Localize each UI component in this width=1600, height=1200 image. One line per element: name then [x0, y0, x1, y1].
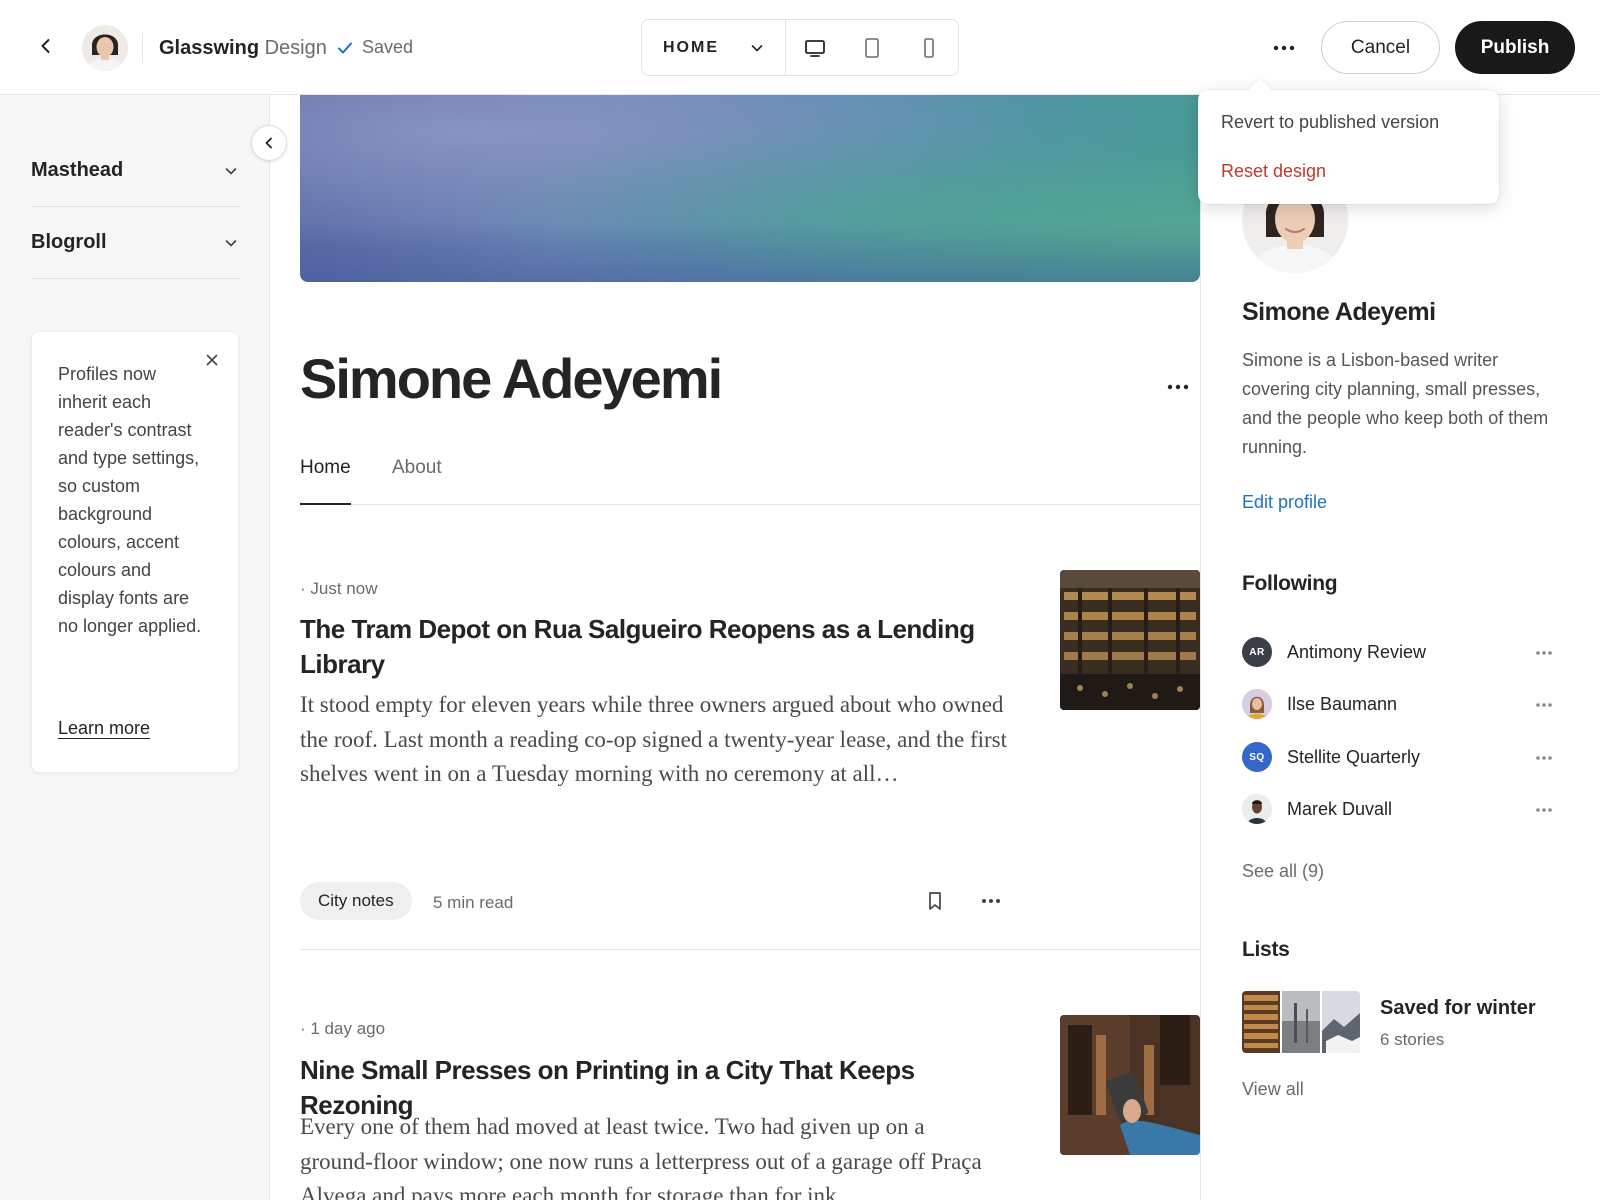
- post-excerpt: It stood empty for eleven years while th…: [300, 692, 1008, 786]
- more-horizontal-icon: [1536, 756, 1552, 760]
- tag-chip[interactable]: City notes: [300, 882, 412, 920]
- post-timestamp: · 1 day ago: [300, 1019, 386, 1038]
- back-button[interactable]: [30, 30, 62, 62]
- profile-more-button[interactable]: [1164, 373, 1192, 401]
- close-notice-button[interactable]: [202, 350, 222, 370]
- top-bar: Glasswing Design Saved HOME Cancel Publi…: [0, 0, 1600, 95]
- profile-sidebar: Simone Adeyemi Simone is a Lisbon-based …: [1200, 95, 1600, 1200]
- post-footer: City notes 5 min read: [300, 882, 1010, 920]
- lists-heading: Lists: [1242, 938, 1290, 961]
- list-title[interactable]: Saved for winter: [1380, 997, 1536, 1020]
- following-name[interactable]: Ilse Baumann: [1287, 694, 1397, 715]
- chevron-left-icon: [41, 39, 50, 53]
- collapse-panel-button[interactable]: [251, 125, 287, 161]
- following-more-button[interactable]: [1532, 693, 1556, 717]
- profile-bio: Simone is a Lisbon-based writer covering…: [1242, 350, 1549, 457]
- publication-avatar: SQ: [1242, 742, 1272, 772]
- tablet-view-button[interactable]: [843, 20, 900, 75]
- more-horizontal-icon: [1536, 651, 1552, 655]
- cancel-button[interactable]: Cancel: [1321, 21, 1440, 74]
- check-icon: [338, 42, 352, 53]
- more-horizontal-icon: [1536, 703, 1552, 707]
- section-blogroll[interactable]: Blogroll: [31, 207, 239, 279]
- read-time: 5 min read: [433, 893, 514, 912]
- view-all-lists-link[interactable]: View all: [1242, 1079, 1304, 1100]
- see-all-following-link[interactable]: See all (9): [1242, 861, 1324, 882]
- section-label: Masthead: [31, 159, 124, 181]
- following-item: Ilse Baumann: [1242, 689, 1562, 721]
- mobile-view-button[interactable]: [900, 20, 957, 75]
- tablet-icon: [864, 37, 879, 58]
- notice-card: Profiles now inherit each reader's contr…: [31, 331, 239, 773]
- following-heading: Following: [1242, 572, 1338, 595]
- save-status: Saved: [336, 37, 413, 58]
- learn-more-link[interactable]: Learn more: [58, 718, 150, 739]
- mobile-icon: [923, 37, 934, 58]
- publish-button[interactable]: Publish: [1455, 21, 1575, 74]
- following-more-button[interactable]: [1532, 641, 1556, 665]
- sidebar-profile-name: Simone Adeyemi: [1242, 298, 1436, 326]
- user-avatar: [1242, 794, 1272, 824]
- post-timestamp: · Just now: [300, 579, 378, 598]
- page-select-value: HOME: [663, 38, 719, 56]
- list-thumbnail[interactable]: [1242, 991, 1360, 1053]
- following-item: SQ Stellite Quarterly: [1242, 742, 1562, 774]
- chevron-down-icon: [751, 45, 763, 52]
- more-horizontal-icon: [1536, 808, 1552, 812]
- section-label: Blogroll: [31, 231, 107, 253]
- left-settings-panel: Masthead Blogroll Profiles now inherit e…: [0, 95, 270, 1200]
- following-item: Marek Duvall: [1242, 794, 1562, 826]
- post-excerpt: Every one of them had moved at least twi…: [300, 1114, 982, 1200]
- user-avatar: [1242, 689, 1272, 719]
- page-select[interactable]: HOME: [642, 20, 786, 75]
- post-divider: [300, 949, 1200, 950]
- following-more-button[interactable]: [1532, 746, 1556, 770]
- profile-preview: Simone Adeyemi Home About · Just now The…: [271, 95, 1200, 1200]
- publication-avatar: AR: [1242, 637, 1272, 667]
- profile-banner-image: [300, 95, 1200, 282]
- tab-home[interactable]: Home: [300, 457, 351, 505]
- more-options-button[interactable]: [1268, 32, 1300, 64]
- desktop-view-button[interactable]: [786, 20, 843, 75]
- following-name[interactable]: Stellite Quarterly: [1287, 747, 1420, 768]
- following-name[interactable]: Antimony Review: [1287, 642, 1426, 663]
- profile-name: Simone Adeyemi: [300, 347, 723, 410]
- desktop-icon: [804, 39, 825, 57]
- following-name[interactable]: Marek Duvall: [1287, 799, 1392, 820]
- post-thumbnail[interactable]: [1060, 570, 1200, 710]
- user-avatar[interactable]: [82, 25, 128, 71]
- following-more-button[interactable]: [1532, 798, 1556, 822]
- brand-subtitle: Design: [264, 37, 327, 59]
- reset-design-menu-item[interactable]: Reset design: [1221, 161, 1326, 182]
- more-horizontal-icon: [1273, 45, 1295, 51]
- brand-title: Glasswing Design: [159, 36, 327, 60]
- divider: [142, 33, 143, 63]
- more-horizontal-icon: [982, 899, 1000, 903]
- list-story-count: 6 stories: [1380, 1030, 1445, 1049]
- post-card: · Just now The Tram Depot on Rua Salguei…: [300, 570, 1200, 920]
- following-item: AR Antimony Review: [1242, 637, 1562, 669]
- more-horizontal-icon: [1167, 384, 1189, 390]
- save-status-label: Saved: [362, 37, 414, 57]
- revert-to-published-menu-item[interactable]: Revert to published version: [1221, 112, 1439, 133]
- brand-name: Glasswing: [159, 37, 260, 59]
- more-options-menu: Revert to published version Reset design: [1198, 90, 1499, 204]
- notice-text: Profiles now inherit each reader's contr…: [58, 364, 202, 636]
- bookmark-icon: [929, 892, 941, 910]
- section-masthead[interactable]: Masthead: [31, 135, 239, 207]
- chevron-down-icon: [225, 239, 237, 246]
- chevron-down-icon: [225, 167, 237, 174]
- post-thumbnail[interactable]: [1060, 1015, 1200, 1155]
- close-icon: [206, 354, 218, 366]
- view-switcher: HOME: [641, 19, 959, 76]
- tab-about[interactable]: About: [392, 457, 442, 505]
- bookmark-button[interactable]: [923, 889, 947, 913]
- post-card: · 1 day ago Nine Small Presses on Printi…: [300, 1010, 1200, 1200]
- post-more-button[interactable]: [979, 889, 1003, 913]
- profile-tabs: Home About: [300, 445, 1200, 505]
- edit-profile-link[interactable]: Edit profile: [1242, 492, 1327, 513]
- chevron-left-icon: [265, 137, 272, 149]
- post-title[interactable]: The Tram Depot on Rua Salgueiro Reopens …: [300, 612, 1010, 682]
